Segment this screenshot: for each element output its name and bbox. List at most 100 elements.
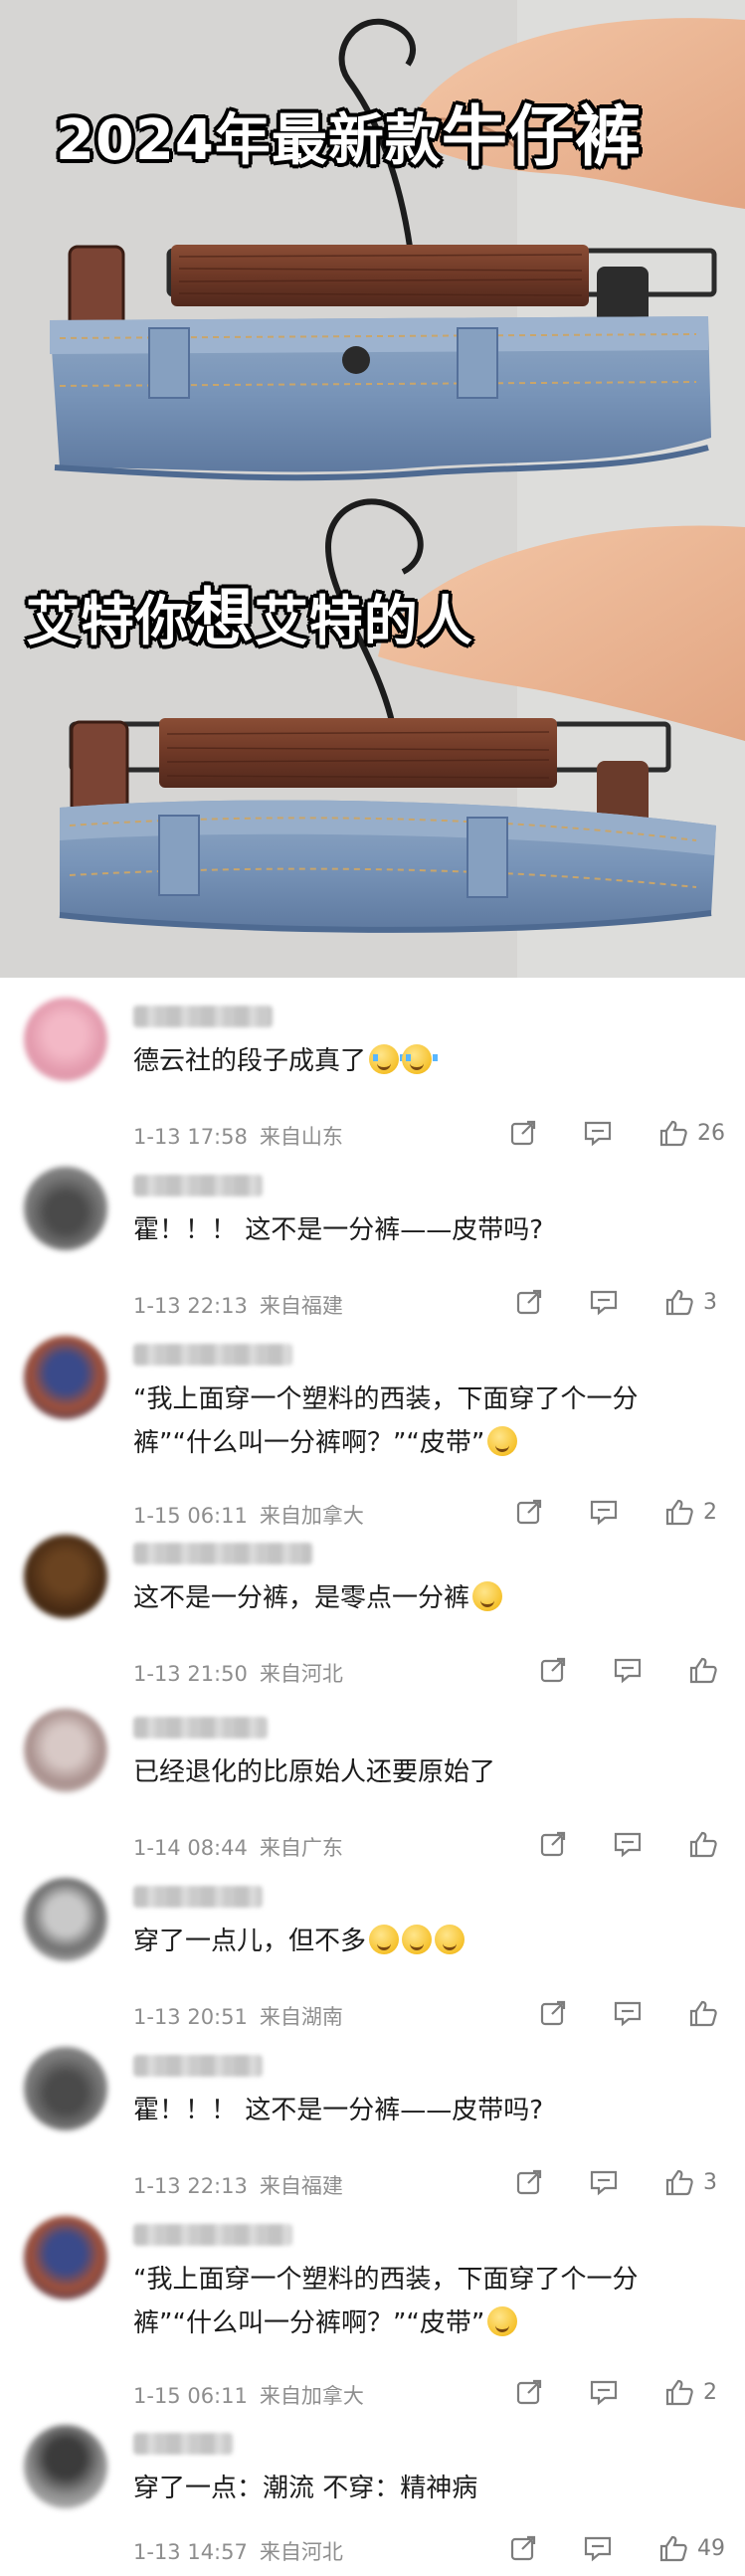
laughing-emoji-icon bbox=[369, 1925, 400, 1954]
crying-emoji-icon bbox=[369, 1044, 406, 1074]
comment-meta: 1-15 06:11 来自加拿大 bbox=[133, 2380, 364, 2410]
share-button[interactable] bbox=[508, 1118, 538, 1148]
comment-icon bbox=[588, 2167, 620, 2197]
reply-button[interactable] bbox=[588, 2167, 620, 2197]
share-button[interactable] bbox=[538, 1998, 568, 2028]
share-button[interactable] bbox=[514, 1497, 544, 1527]
comment-meta: 1-13 20:51 来自湖南 bbox=[133, 2001, 343, 2031]
reply-button[interactable] bbox=[582, 2533, 614, 2563]
reply-button[interactable] bbox=[582, 1118, 614, 1148]
comment-actions bbox=[538, 1826, 719, 1862]
comment-date: 1-13 20:51 bbox=[133, 2005, 248, 2029]
username-blurred[interactable] bbox=[133, 2055, 263, 2077]
username-blurred[interactable] bbox=[133, 1344, 292, 1366]
share-icon bbox=[514, 1287, 544, 1317]
like-button[interactable] bbox=[687, 1655, 719, 1685]
comment-icon bbox=[588, 2377, 620, 2407]
comment-text: 裤”“什么叫一分裤啊？”“皮带” bbox=[133, 1421, 518, 1465]
avatar[interactable] bbox=[24, 1336, 107, 1419]
share-icon bbox=[508, 1118, 538, 1148]
username-blurred[interactable] bbox=[133, 1717, 268, 1739]
share-button[interactable] bbox=[508, 2533, 538, 2563]
comment-text-line1: “我上面穿一个塑料的西装，下面穿了个一分 bbox=[133, 2265, 639, 2295]
avatar[interactable] bbox=[24, 2425, 107, 2508]
caption-top-part-b: 牛仔裤 bbox=[441, 98, 643, 175]
comment-icon bbox=[588, 1497, 620, 1527]
reply-button[interactable] bbox=[612, 1998, 644, 2028]
hero-image: 2024年最新款牛仔裤 艾特你想艾特的人 bbox=[0, 0, 745, 978]
caption-bottom-part-a: 艾特你 bbox=[26, 590, 190, 652]
share-button[interactable] bbox=[538, 1655, 568, 1685]
like-button[interactable]: 49 bbox=[657, 2533, 725, 2563]
comment-icon bbox=[612, 1655, 644, 1685]
like-icon bbox=[663, 2377, 695, 2407]
crying-emoji-icon bbox=[402, 1044, 439, 1074]
username-blurred[interactable] bbox=[133, 2224, 292, 2246]
comment-actions: 3 bbox=[514, 1284, 725, 1320]
share-icon bbox=[508, 2533, 538, 2563]
username-blurred[interactable] bbox=[133, 1543, 312, 1564]
share-icon bbox=[538, 1655, 568, 1685]
share-button[interactable] bbox=[538, 1829, 568, 1859]
avatar[interactable] bbox=[24, 2216, 107, 2300]
comment-location: 来自加拿大 bbox=[259, 1504, 364, 1528]
share-button[interactable] bbox=[514, 2167, 544, 2197]
comment-text: 霍！！！ 这不是一分裤——皮带吗? bbox=[133, 2089, 543, 2132]
share-button[interactable] bbox=[514, 1287, 544, 1317]
avatar[interactable] bbox=[24, 1709, 107, 1792]
like-button[interactable]: 2 bbox=[663, 2377, 725, 2407]
like-count: 3 bbox=[703, 1289, 717, 1315]
comment-location: 来自福建 bbox=[259, 2174, 343, 2198]
caption-bottom-part-b: 想 bbox=[190, 582, 255, 655]
reply-button[interactable] bbox=[588, 1287, 620, 1317]
comment-location: 来自河北 bbox=[259, 2540, 343, 2564]
reply-button[interactable] bbox=[612, 1655, 644, 1685]
avatar[interactable] bbox=[24, 998, 107, 1081]
comment-text: 德云社的段子成真了 bbox=[133, 1039, 439, 1083]
username-blurred[interactable] bbox=[133, 1006, 273, 1027]
comment-text-body: 穿了一点儿，但不多 bbox=[133, 1927, 367, 1956]
reply-button[interactable] bbox=[612, 1829, 644, 1859]
comment-meta: 1-14 08:44 来自广东 bbox=[133, 1832, 343, 1862]
username-blurred[interactable] bbox=[133, 2433, 233, 2455]
laughing-emoji-icon bbox=[402, 1925, 433, 1954]
comment-date: 1-15 06:11 bbox=[133, 2384, 248, 2408]
comment-location: 来自湖南 bbox=[259, 2005, 343, 2029]
comment-meta: 1-13 22:13 来自福建 bbox=[133, 1290, 343, 1320]
share-button[interactable] bbox=[514, 2377, 544, 2407]
username-blurred[interactable] bbox=[133, 1886, 263, 1908]
comment-meta: 1-13 22:13 来自福建 bbox=[133, 2170, 343, 2200]
hero-caption-bottom: 艾特你想艾特的人 bbox=[26, 567, 473, 658]
share-icon bbox=[538, 1998, 568, 2028]
avatar[interactable] bbox=[24, 1535, 107, 1618]
reply-button[interactable] bbox=[588, 2377, 620, 2407]
comment-text-body: 已经退化的比原始人还要原始了 bbox=[133, 1757, 496, 1787]
comment-actions: 26 bbox=[508, 1115, 725, 1151]
share-icon bbox=[514, 2167, 544, 2197]
avatar[interactable] bbox=[24, 2047, 107, 2130]
username-blurred[interactable] bbox=[133, 1175, 263, 1196]
comment-meta: 1-13 14:57 来自河北 bbox=[133, 2536, 343, 2566]
comment-actions: 2 bbox=[514, 1494, 725, 1530]
like-button[interactable]: 26 bbox=[657, 1118, 725, 1148]
smile-emoji-icon bbox=[472, 1581, 503, 1611]
comment-text: 穿了一点儿，但不多 bbox=[133, 1920, 466, 1963]
comment-actions bbox=[538, 1995, 719, 2031]
comment-icon bbox=[612, 1829, 644, 1859]
like-button[interactable] bbox=[687, 1829, 719, 1859]
comment-text-body: 穿了一点：潮流 不穿：精神病 bbox=[133, 2474, 478, 2503]
reply-button[interactable] bbox=[588, 1497, 620, 1527]
like-count: 26 bbox=[697, 1120, 725, 1146]
comment-date: 1-14 08:44 bbox=[133, 1836, 248, 1860]
like-count: 2 bbox=[703, 2379, 717, 2405]
avatar[interactable] bbox=[24, 1878, 107, 1961]
comment-actions bbox=[538, 1652, 719, 1688]
avatar[interactable] bbox=[24, 1167, 107, 1250]
comment-text: 这不是一分裤，是零点一分裤 bbox=[133, 1576, 503, 1620]
comment-meta: 1-15 06:11 来自加拿大 bbox=[133, 1500, 364, 1530]
like-button[interactable]: 3 bbox=[663, 1287, 725, 1317]
like-button[interactable] bbox=[687, 1998, 719, 2028]
caption-bottom-part-c: 艾特的人 bbox=[254, 590, 473, 652]
like-button[interactable]: 3 bbox=[663, 2167, 725, 2197]
like-button[interactable]: 2 bbox=[663, 1497, 725, 1527]
